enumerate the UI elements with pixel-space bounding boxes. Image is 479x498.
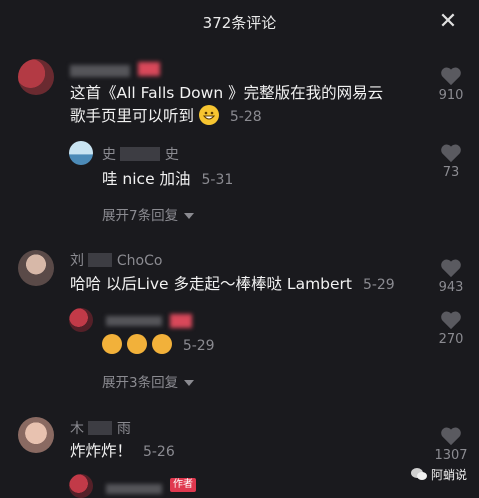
badge-redacted <box>138 62 160 76</box>
comment-date: 5-29 <box>362 277 395 293</box>
heart-icon <box>441 67 461 86</box>
like-count: 910 <box>438 88 464 103</box>
like-button[interactable]: 1307 <box>431 426 471 463</box>
shocked-emoji-icon <box>102 334 122 354</box>
reply-text[interactable]: 5-29 <box>102 334 215 357</box>
comment-username[interactable]: 刘 ChoCo <box>70 250 162 270</box>
avatar[interactable] <box>18 59 54 95</box>
comments-header: 372条评论 ✕ <box>0 0 479 44</box>
shocked-emoji-icon <box>151 334 172 354</box>
chevron-down-icon <box>184 213 195 219</box>
expand-replies-button[interactable]: 展开3条回复 <box>102 371 195 391</box>
grin-emoji-icon <box>198 105 219 125</box>
like-count: 943 <box>438 280 464 295</box>
heart-icon <box>441 311 461 330</box>
shocked-emoji-icon <box>126 334 147 354</box>
comment-text[interactable]: 这首《All Falls Down 》完整版在我的网易云 <box>70 82 383 104</box>
comment-text-line2: 歌手页里可以听到 <box>70 107 195 125</box>
heart-icon <box>441 259 461 278</box>
username-redacted <box>106 316 162 326</box>
avatar[interactable] <box>18 417 54 453</box>
reply-text[interactable]: 哇 nice 加油 5-31 <box>102 168 233 191</box>
like-button[interactable]: 73 <box>431 143 471 180</box>
like-count: 270 <box>438 332 464 347</box>
badge-redacted <box>170 314 192 328</box>
avatar[interactable] <box>69 474 93 498</box>
wechat-icon <box>411 468 428 480</box>
avatar[interactable] <box>69 308 93 332</box>
comment-count-title: 372条评论 <box>202 14 277 32</box>
comment-date: 5-28 <box>229 109 262 125</box>
username-redacted <box>70 65 130 77</box>
username-redacted <box>106 484 162 494</box>
reply-date: 5-31 <box>201 172 234 188</box>
expand-replies-button[interactable]: 展开7条回复 <box>102 204 195 224</box>
close-icon[interactable]: ✕ <box>435 9 461 35</box>
comment-text-line1: 这首《All Falls Down 》完整版在我的网易云 <box>70 84 384 102</box>
heart-icon <box>441 144 461 163</box>
author-tag-badge: 作者 <box>170 478 196 492</box>
chevron-down-icon <box>184 380 195 386</box>
like-count: 73 <box>442 165 460 180</box>
like-button[interactable]: 270 <box>431 310 471 347</box>
avatar[interactable] <box>18 250 54 286</box>
comment-username[interactable]: 木 雨 <box>70 418 131 438</box>
reply-date: 5-29 <box>182 338 215 354</box>
watermark: 阿蛸说 <box>411 466 467 483</box>
like-button[interactable]: 943 <box>431 258 471 295</box>
reply-username[interactable]: 史 史 <box>102 144 179 164</box>
comment-text-continued[interactable]: 歌手页里可以听到 5-28 <box>70 105 262 128</box>
comment-text[interactable]: 哈哈 以后Live 多走起～棒棒哒 Lambert 5-29 <box>70 273 395 296</box>
avatar[interactable] <box>69 141 93 165</box>
like-count: 1307 <box>434 448 468 463</box>
like-button[interactable]: 910 <box>431 66 471 103</box>
heart-icon <box>441 427 461 446</box>
comment-date: 5-26 <box>142 444 175 460</box>
comment-text[interactable]: 炸炸炸！ 5-26 <box>70 440 175 463</box>
